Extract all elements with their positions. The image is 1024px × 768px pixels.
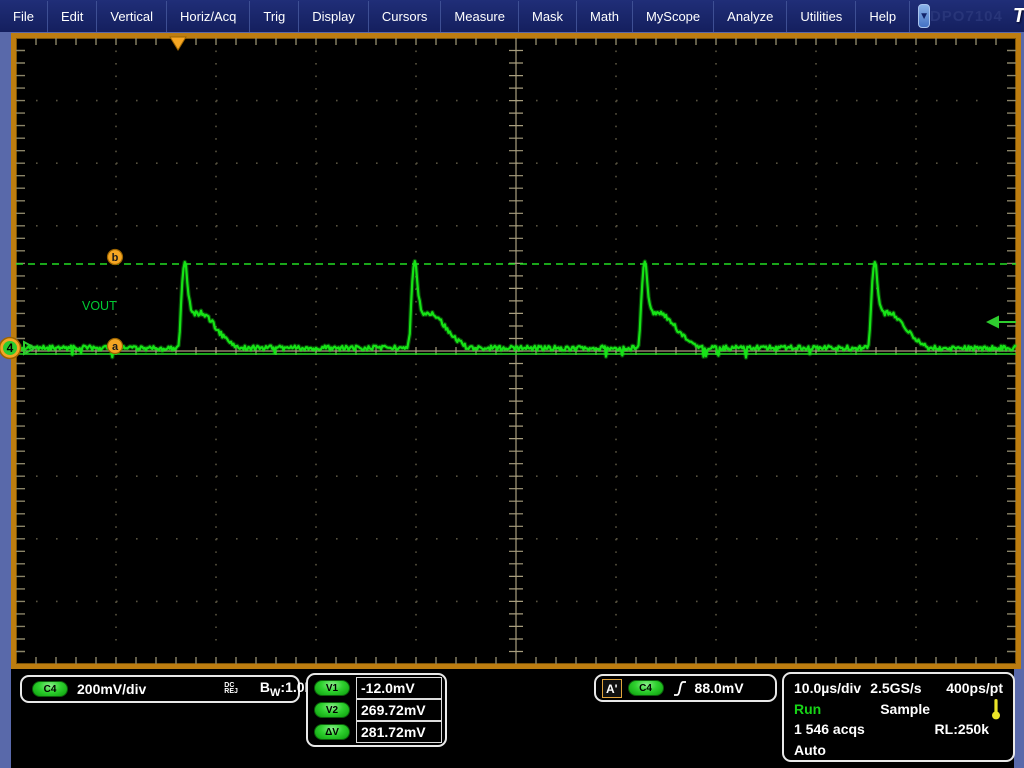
- readout-bar: C4 200mV/div DC REJ BW:1.0M V1 -12.0mV V…: [11, 669, 1014, 768]
- cursor-a-label: a: [112, 341, 119, 353]
- trigger-readout[interactable]: A' C4 88.0mV: [594, 674, 777, 702]
- cursor-b-label: b: [112, 252, 119, 264]
- menu-item-display[interactable]: Display: [299, 1, 369, 32]
- menu-bar: FileEditVerticalHoriz/AcqTrigDisplayCurs…: [0, 0, 1024, 32]
- menu-item-mask[interactable]: Mask: [519, 1, 577, 32]
- menu-item-trig[interactable]: Trig: [250, 1, 299, 32]
- acquisition-mode: Sample: [880, 701, 930, 717]
- trace-label-vout: VOUT: [82, 299, 117, 313]
- resolution-value: 400ps/pt: [946, 680, 1003, 696]
- trigger-level-arrow[interactable]: [986, 316, 999, 329]
- menu-item-myscope[interactable]: MyScope: [633, 1, 714, 32]
- menu-item-edit[interactable]: Edit: [48, 1, 97, 32]
- horizontal-readout[interactable]: 10.0µs/div 2.5GS/s 400ps/pt Run Sample 1…: [782, 672, 1015, 762]
- menu-item-measure[interactable]: Measure: [441, 1, 519, 32]
- thermometer-icon: [991, 698, 1001, 720]
- rising-edge-icon: [672, 679, 688, 698]
- cursor-v1-pill[interactable]: V1: [314, 680, 350, 696]
- acquisition-count: 1 546 acqs: [794, 721, 865, 737]
- sample-rate-value: 2.5GS/s: [870, 680, 921, 696]
- menu-item-file[interactable]: File: [0, 1, 48, 32]
- trigger-level-value: 88.0mV: [695, 680, 744, 696]
- chevron-down-icon: ▼: [919, 11, 929, 22]
- channel-pill-c4[interactable]: C4: [32, 681, 68, 697]
- horizontal-row-3: 1 546 acqs RL:250k: [794, 719, 1003, 739]
- menu-item-cursors[interactable]: Cursors: [369, 1, 442, 32]
- menu-item-math[interactable]: Math: [577, 1, 633, 32]
- cursor-readout[interactable]: V1 -12.0mV V2 269.72mV ΔV 281.72mV: [306, 673, 447, 747]
- acquisition-state: Run: [794, 701, 821, 717]
- menu-item-utilities[interactable]: Utilities: [787, 1, 856, 32]
- trigger-mode: Auto: [794, 742, 826, 758]
- cursor-v1-value: -12.0mV: [356, 677, 442, 699]
- horizontal-row-2: Run Sample: [794, 698, 1003, 719]
- trigger-source-badge: A': [602, 679, 622, 698]
- record-length: RL:250k: [935, 721, 989, 737]
- coupling-indicator: DC REJ: [224, 683, 238, 695]
- horizontal-row-1: 10.0µs/div 2.5GS/s 400ps/pt: [794, 678, 1003, 698]
- trigger-position-marker[interactable]: [170, 37, 186, 50]
- cursor-v2-row: V2 269.72mV: [314, 699, 445, 721]
- cursor-delta-pill[interactable]: ΔV: [314, 724, 350, 740]
- menu-item-horiz-acq[interactable]: Horiz/Acq: [167, 1, 250, 32]
- cursor-delta-row: ΔV 281.72mV: [314, 721, 445, 743]
- menu-item-analyze[interactable]: Analyze: [714, 1, 787, 32]
- cursor-v1-row: V1 -12.0mV: [314, 677, 445, 699]
- model-label: DPO7104: [930, 8, 1003, 25]
- menu-item-vertical[interactable]: Vertical: [97, 1, 167, 32]
- menu-item-help[interactable]: Help: [856, 1, 910, 32]
- horizontal-row-4: Auto: [794, 740, 1003, 760]
- tek-logo: Tek: [1013, 5, 1024, 28]
- waveform-display[interactable]: baVOUT4: [16, 38, 1016, 664]
- cursor-v2-value: 269.72mV: [356, 699, 442, 721]
- menu-overflow-button[interactable]: ▼: [918, 4, 930, 28]
- vertical-readout[interactable]: C4 200mV/div DC REJ BW:1.0M: [20, 675, 300, 703]
- waveform-display-panel: baVOUT4: [11, 33, 1021, 669]
- coupling-line2: REJ: [224, 689, 238, 695]
- vertical-scale: 200mV/div: [77, 681, 146, 697]
- channel-4-badge-label: 4: [7, 341, 14, 355]
- trigger-channel-pill[interactable]: C4: [628, 680, 664, 696]
- cursor-delta-value: 281.72mV: [356, 721, 442, 743]
- timebase-value: 10.0µs/div: [794, 680, 861, 696]
- cursor-v2-pill[interactable]: V2: [314, 702, 350, 718]
